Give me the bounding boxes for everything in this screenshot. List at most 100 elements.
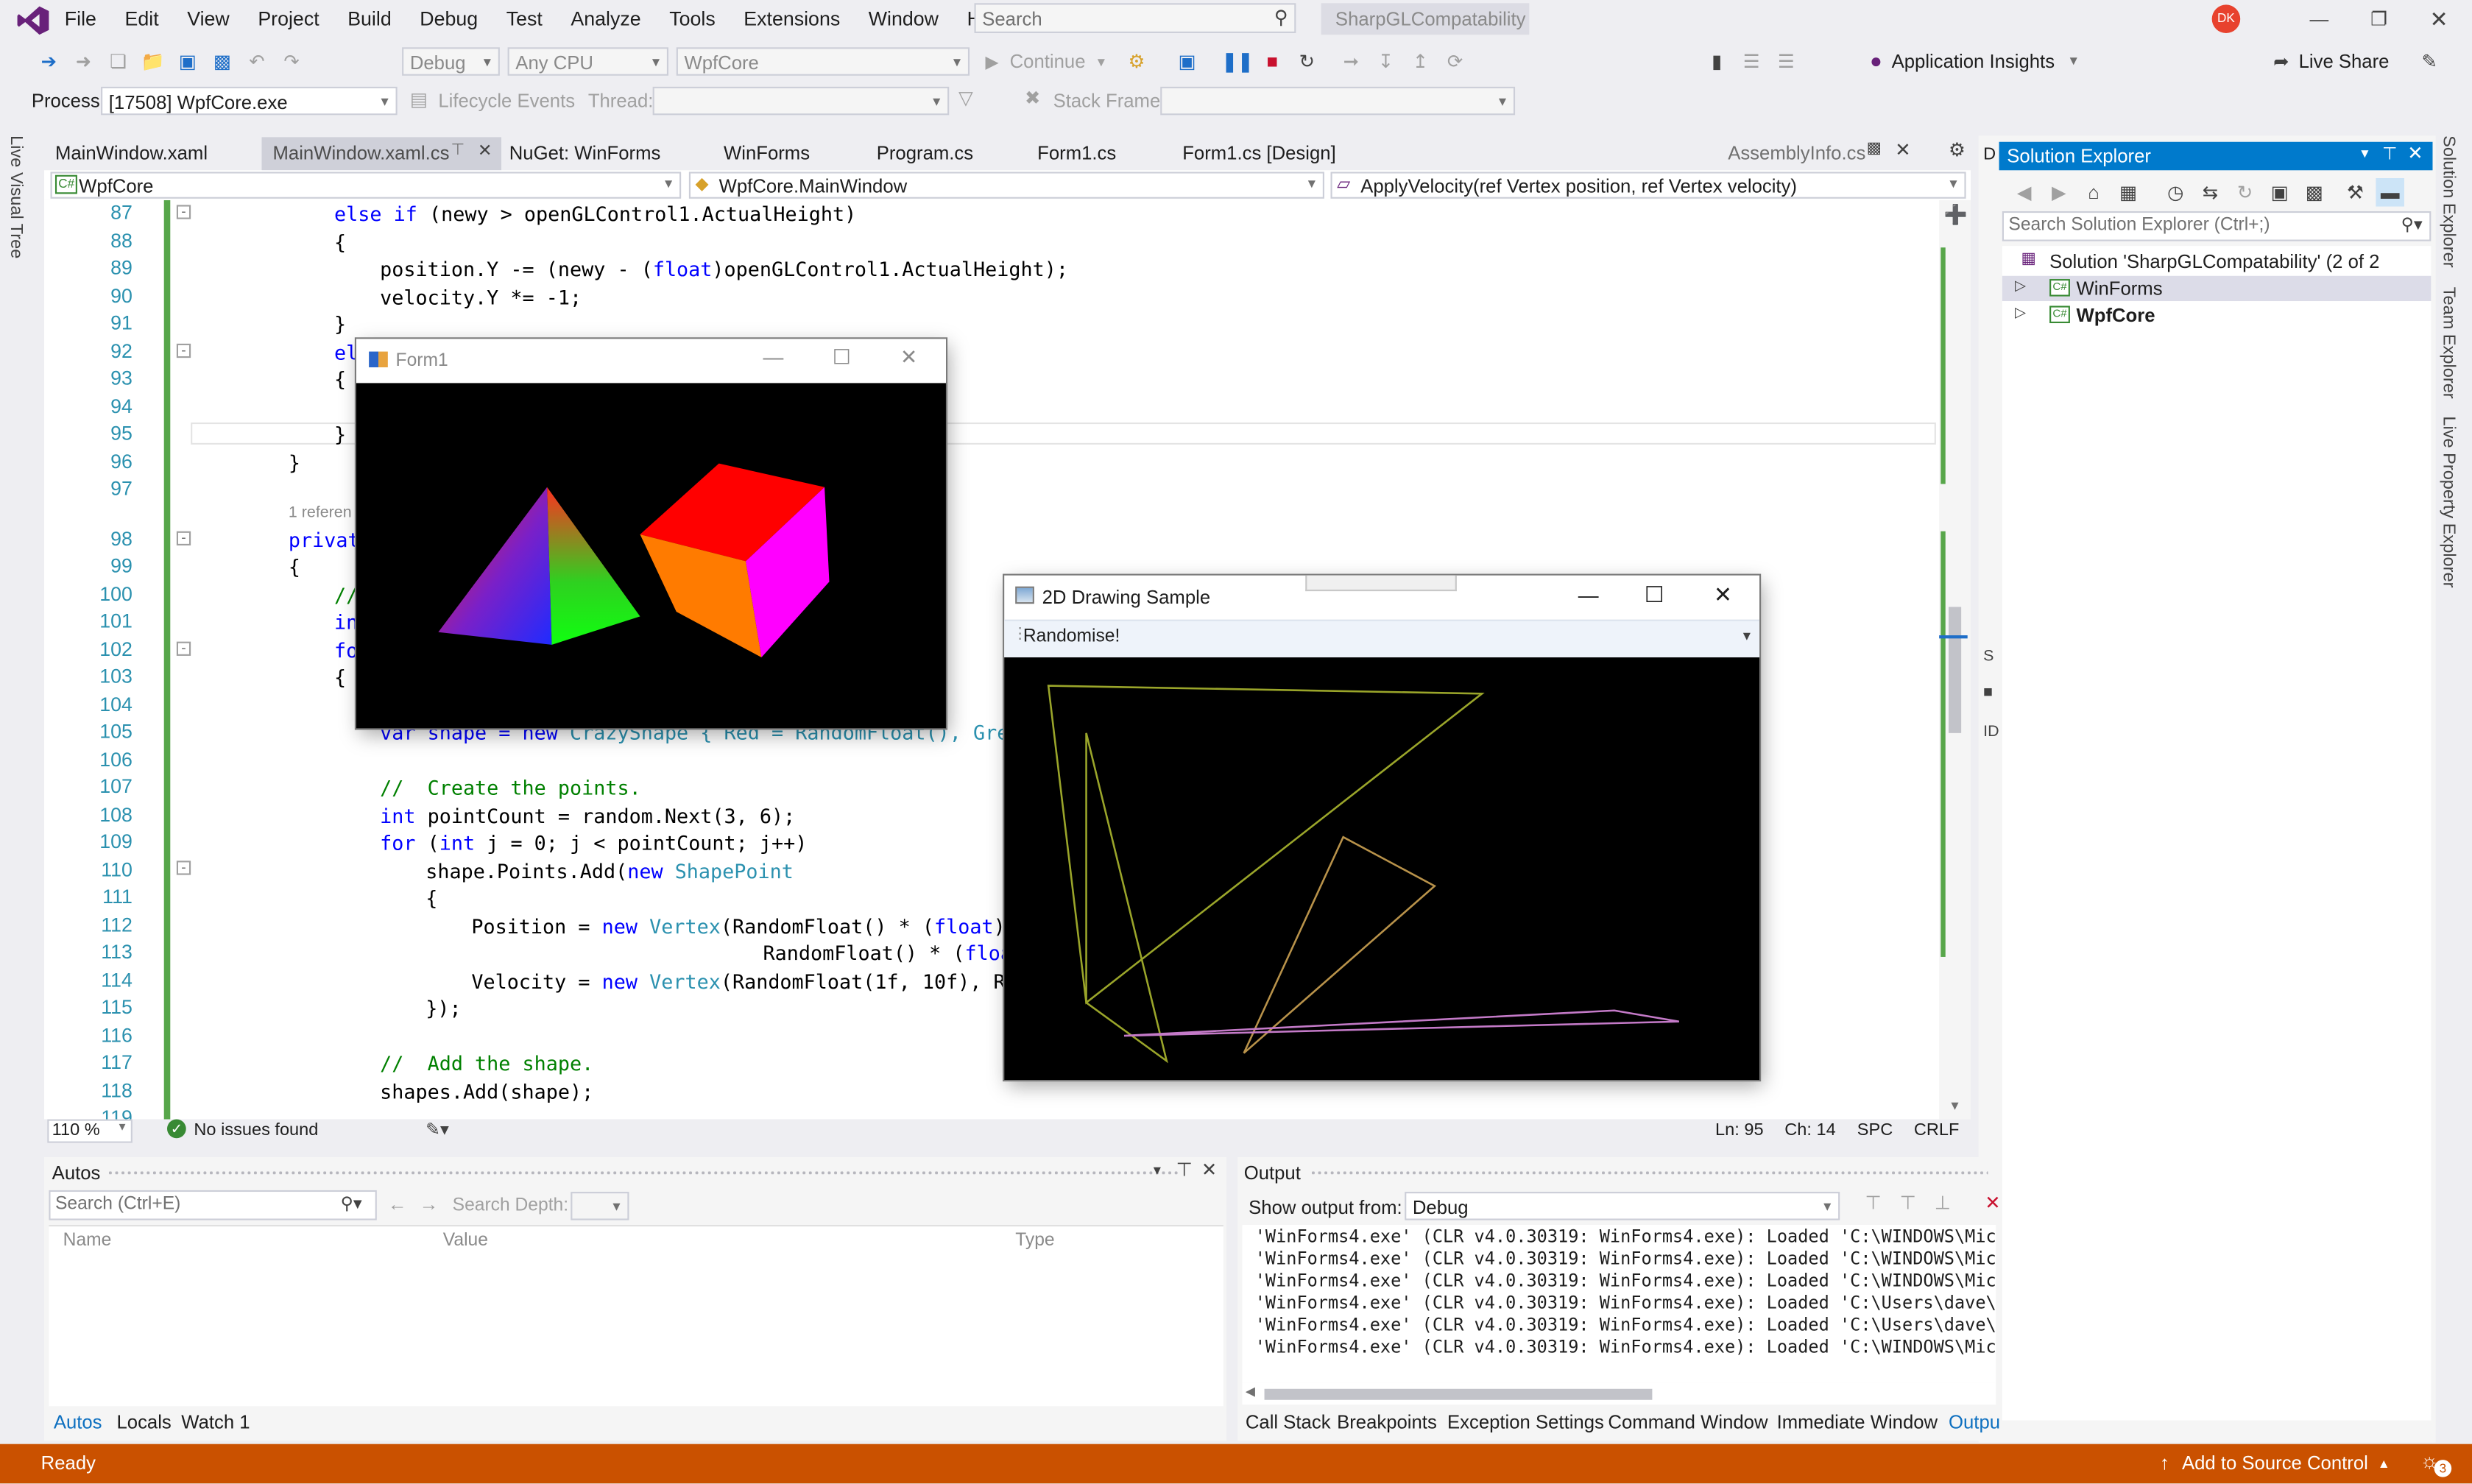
autos-search[interactable]: Search (Ctrl+E) ⚲▾	[49, 1190, 377, 1220]
maximize-icon[interactable]: ☐	[1645, 582, 1664, 608]
pending-changes-icon[interactable]: ◷	[2161, 178, 2190, 207]
fold-marker[interactable]: -	[176, 641, 191, 656]
opengl-canvas[interactable]	[356, 383, 946, 729]
toolbar-overflow-icon[interactable]: ▼	[1740, 629, 1753, 643]
sync-icon[interactable]: ⇆	[2196, 178, 2225, 207]
pin-icon[interactable]: ⊤	[451, 142, 465, 160]
project-node-winforms[interactable]: ▷ C# WinForms	[2002, 275, 2432, 302]
tab-immediate-window[interactable]: Immediate Window	[1777, 1411, 1938, 1433]
expand-icon[interactable]: ▷	[2015, 278, 2026, 295]
menu-tools[interactable]: Tools	[655, 0, 730, 38]
side-tab-solution-explorer[interactable]: Solution Explorer	[2439, 135, 2458, 267]
panel-collapsed-tab[interactable]: D	[1983, 145, 1996, 164]
tab-list-icon[interactable]: ▩	[1867, 141, 1882, 158]
notifications-button[interactable]: ☼ 3	[2420, 1449, 2452, 1477]
search-forward-icon[interactable]: →	[420, 1193, 439, 1215]
clear-output-icon[interactable]: ✕	[1985, 1192, 2001, 1214]
back-icon[interactable]: ➔	[35, 47, 63, 76]
autos-title-bar[interactable]: Autos ▼ ⊤ ✕	[44, 1157, 1226, 1189]
comment-icon[interactable]: ☰	[1737, 47, 1766, 76]
tab-mainwindow-xaml-cs[interactable]: MainWindow.xaml.cs ⊤ ✕	[261, 137, 502, 171]
tab-breakpoints[interactable]: Breakpoints	[1337, 1411, 1437, 1433]
continue-button[interactable]: ▶ Continue ▼	[985, 51, 1107, 73]
randomise-button[interactable]: Randomise!	[1023, 627, 1120, 646]
collapsed-tool-tab[interactable]: S	[1983, 648, 1994, 665]
pin-icon[interactable]: ⊤	[1176, 1159, 1193, 1181]
fold-marker[interactable]: -	[176, 204, 191, 219]
split-icon[interactable]: ➕	[1944, 203, 1968, 225]
fold-marker[interactable]: -	[176, 860, 191, 875]
tab-command-window[interactable]: Command Window	[1608, 1411, 1768, 1433]
form1-window[interactable]: Form1 — ☐ ✕	[356, 339, 946, 729]
step-into-icon[interactable]: ➞	[1337, 47, 1366, 76]
live-visual-tree-tab[interactable]: Live Visual Tree	[7, 135, 32, 325]
column-type[interactable]: Type	[1015, 1232, 1054, 1251]
filter-icon[interactable]: ▽	[958, 87, 973, 109]
tab-watch-1[interactable]: Watch 1	[181, 1411, 250, 1433]
nav-member-dropdown[interactable]: ▱ ApplyVelocity(ref Vertex position, ref…	[1330, 172, 1966, 199]
attach-icon[interactable]: ⚙	[1123, 47, 1151, 76]
menu-debug[interactable]: Debug	[406, 0, 492, 38]
solution-explorer-title-bar[interactable]: Solution Explorer ▼ ⊤ ✕	[1999, 141, 2433, 171]
collapsed-tool-tab[interactable]: ■	[1983, 684, 1993, 702]
collapsed-tool-tab[interactable]: ID	[1983, 724, 1999, 741]
editor-vertical-scrollbar[interactable]: ➕ ▼	[1939, 199, 1971, 1120]
minimize-icon[interactable]: —	[2289, 8, 2349, 30]
undo-icon[interactable]: ↶	[243, 47, 272, 76]
preview-icon[interactable]: ▬	[2376, 178, 2404, 207]
collapse-all-icon[interactable]: ▣	[2265, 178, 2294, 207]
forward-icon[interactable]: ▶	[2045, 178, 2074, 207]
minimize-icon[interactable]: —	[763, 345, 784, 369]
drawing-sample-window[interactable]: 2D Drawing Sample — ☐ ✕ ⋮ Randomise! ▼	[1004, 575, 1760, 1080]
menu-extensions[interactable]: Extensions	[730, 0, 855, 38]
add-to-source-control-button[interactable]: ↑ Add to Source Control ▲	[2160, 1452, 2390, 1474]
pin-icon[interactable]: ⊤	[2382, 144, 2398, 164]
refresh-icon[interactable]: ↻	[2231, 178, 2259, 207]
drawing-title-bar[interactable]: 2D Drawing Sample — ☐ ✕	[1004, 576, 1759, 620]
output-toolbar-icon[interactable]: ⊤	[1865, 1192, 1882, 1214]
tab-close-icon[interactable]: ✕	[478, 141, 492, 161]
thread-dropdown[interactable]: ▼	[652, 86, 950, 116]
step-out-icon[interactable]: ↥	[1406, 47, 1435, 76]
column-value[interactable]: Value	[443, 1232, 488, 1251]
column-name[interactable]: Name	[63, 1232, 112, 1251]
issues-status[interactable]: No issues found	[194, 1121, 318, 1140]
stop-icon[interactable]: ■	[1258, 47, 1287, 76]
output-source-dropdown[interactable]: Debug ▼	[1405, 1192, 1840, 1220]
stack-frame-dropdown[interactable]: ▼	[1160, 86, 1516, 116]
menu-test[interactable]: Test	[492, 0, 557, 38]
menu-view[interactable]: View	[173, 0, 244, 38]
output-toolbar-icon[interactable]: ⊤	[1900, 1192, 1916, 1214]
restore-icon[interactable]: ❐	[2349, 8, 2409, 30]
restart-icon[interactable]: ↻	[1293, 47, 1321, 76]
tab-close-icon[interactable]: ✕	[1895, 138, 1911, 160]
close-icon[interactable]: ✕	[1201, 1159, 1218, 1181]
brush-icon[interactable]: ✎▾	[425, 1120, 449, 1140]
search-back-icon[interactable]: ←	[388, 1193, 407, 1215]
dropdown-icon[interactable]: ▼	[1151, 1164, 1163, 1178]
avatar[interactable]: DK	[2211, 4, 2241, 33]
tab-output[interactable]: Outpu	[1949, 1411, 2000, 1433]
feedback-icon[interactable]: ✎	[2421, 51, 2437, 73]
expand-icon[interactable]: ▷	[2015, 304, 2026, 322]
properties-wrench-icon[interactable]: ⚒	[2341, 178, 2370, 207]
tab-form1-design[interactable]: Form1.cs [Design]	[1182, 138, 1336, 169]
side-tab-live-property-explorer[interactable]: Live Property Explorer	[2439, 416, 2458, 587]
output-horizontal-scrollbar[interactable]: ◀	[1242, 1382, 1996, 1405]
close-icon[interactable]: ✕	[2407, 142, 2423, 164]
tab-assemblyinfo[interactable]: AssemblyInfo.cs	[1728, 138, 1865, 169]
tab-locals[interactable]: Locals	[116, 1411, 171, 1433]
menu-analyze[interactable]: Analyze	[557, 0, 655, 38]
tab-exception-settings[interactable]: Exception Settings	[1447, 1411, 1604, 1433]
scroll-thumb[interactable]	[1949, 607, 1962, 733]
menu-edit[interactable]: Edit	[110, 0, 173, 38]
close-icon[interactable]: ✕	[2409, 5, 2468, 32]
solution-explorer-search[interactable]: Search Solution Explorer (Ctrl+;) ⚲▾	[2002, 211, 2432, 241]
configuration-dropdown[interactable]: Debug ▼	[402, 47, 500, 76]
codelens-references[interactable]: 1 referen	[289, 504, 352, 522]
drawing-canvas[interactable]	[1004, 657, 1760, 1080]
tab-call-stack[interactable]: Call Stack	[1246, 1411, 1331, 1433]
show-all-files-icon[interactable]: ▩	[2300, 178, 2329, 207]
flag-icon[interactable]: ✖	[1025, 87, 1041, 109]
menu-file[interactable]: File	[51, 0, 111, 38]
